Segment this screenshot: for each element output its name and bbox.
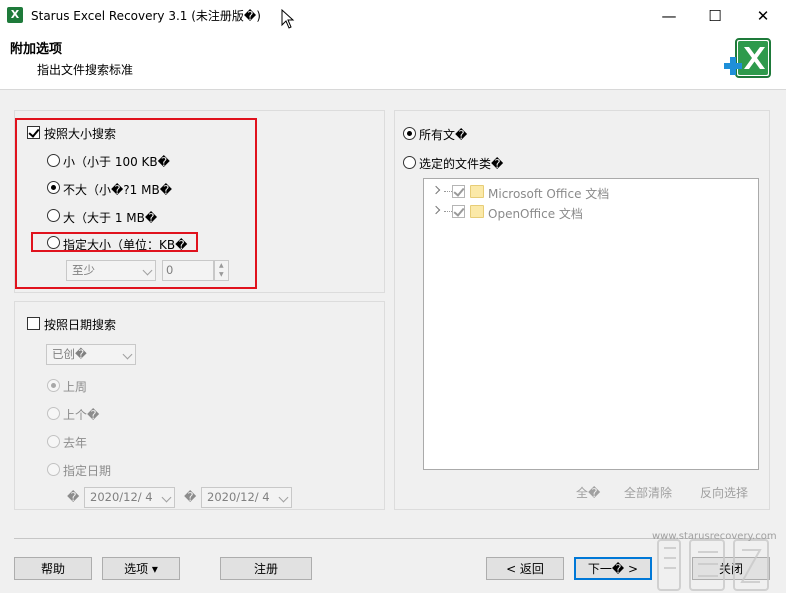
date-mode-dropdown-value: 已创� [52, 347, 87, 361]
selected-types-radio[interactable] [403, 156, 416, 169]
wizard-header: 附加选项 指出文件搜索标准 [0, 31, 786, 90]
date-to-value: 2020/12/ 4 [207, 490, 270, 504]
excel-app-icon: X [7, 7, 23, 23]
tree-item-microsoft-office[interactable]: Microsoft Office 文档 [424, 183, 758, 201]
highlight-box-size-search [15, 118, 257, 289]
options-menu-button[interactable]: 选项 ▾ [102, 557, 180, 580]
close-window-button[interactable]: ✕ [740, 0, 786, 31]
date-to-picker[interactable]: 2020/12/ 4 [201, 487, 292, 508]
register-button[interactable]: 注册 [220, 557, 312, 580]
date-custom-radio[interactable] [47, 463, 60, 476]
date-from-prefix: � [67, 490, 80, 504]
all-files-label: 所有文� [419, 128, 468, 142]
clear-all-button[interactable]: 全部清除 [624, 484, 672, 501]
date-last-month-radio[interactable] [47, 407, 60, 420]
microsoft-office-checkbox[interactable] [452, 185, 465, 198]
chevron-down-icon [161, 492, 172, 503]
file-type-tree: Microsoft Office 文档 OpenOffice 文档 [423, 178, 759, 470]
maximize-button[interactable]: ☐ [692, 0, 738, 31]
mouse-cursor-icon [281, 9, 295, 29]
title-bar: X Starus Excel Recovery 3.1 (未注册版�) — ☐ … [0, 0, 786, 31]
tree-connector [444, 191, 452, 192]
tree-item-openoffice[interactable]: OpenOffice 文档 [424, 203, 758, 221]
tree-connector [444, 211, 452, 212]
date-search-checkbox[interactable] [27, 317, 40, 330]
date-last-month-label: 上个� [63, 408, 100, 422]
next-button[interactable]: 下一� > [574, 557, 652, 580]
tree-item-label: OpenOffice 文档 [488, 207, 583, 221]
back-button[interactable]: < 返回 [486, 557, 564, 580]
select-all-button[interactable]: 全� [576, 484, 600, 501]
folder-icon [470, 185, 484, 198]
date-custom-label: 指定日期 [63, 464, 112, 478]
chevron-down-icon [278, 492, 289, 503]
page-subtitle: 指出文件搜索标准 [37, 63, 134, 77]
openoffice-checkbox[interactable] [452, 205, 465, 218]
date-last-year-label: 去年 [63, 436, 88, 450]
minimize-button[interactable]: — [646, 0, 692, 31]
page-title: 附加选项 [10, 42, 63, 57]
all-files-radio[interactable] [403, 127, 416, 140]
date-from-picker[interactable]: 2020/12/ 4 [84, 487, 175, 508]
help-button[interactable]: 帮助 [14, 557, 92, 580]
application-window: X Starus Excel Recovery 3.1 (未注册版�) — ☐ … [0, 0, 786, 593]
date-last-week-radio[interactable] [47, 379, 60, 392]
invert-selection-button[interactable]: 反向选择 [700, 484, 748, 501]
chevron-down-icon [122, 349, 133, 360]
date-last-year-radio[interactable] [47, 435, 60, 448]
date-last-week-label: 上周 [63, 380, 88, 394]
date-from-value: 2020/12/ 4 [90, 490, 153, 504]
chevron-right-icon[interactable] [431, 205, 441, 215]
excel-recovery-logo-icon [724, 38, 771, 78]
highlight-box-custom-size [31, 232, 198, 252]
tree-item-label: Microsoft Office 文档 [488, 187, 610, 201]
date-search-label: 按照日期搜索 [44, 318, 117, 332]
date-to-prefix: � [184, 490, 197, 504]
close-button[interactable]: 关闭 [692, 557, 770, 580]
window-title: Starus Excel Recovery 3.1 (未注册版�) [31, 9, 261, 23]
selected-types-label: 选定的文件类� [419, 157, 504, 171]
chevron-right-icon[interactable] [431, 185, 441, 195]
watermark-text: www.starusrecovery.com [652, 531, 777, 542]
folder-icon [470, 205, 484, 218]
date-mode-dropdown[interactable]: 已创� [46, 344, 136, 365]
